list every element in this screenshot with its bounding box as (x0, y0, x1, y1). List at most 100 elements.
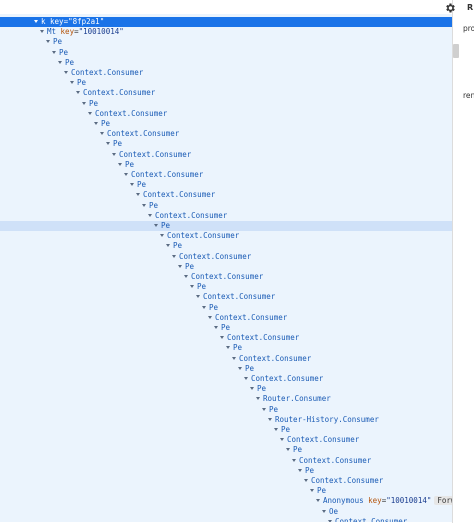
expand-arrow-icon[interactable] (214, 326, 218, 329)
tree-row[interactable]: Context.Consumer (0, 374, 452, 384)
expand-arrow-icon[interactable] (196, 295, 200, 299)
tree-row[interactable]: Pe (0, 425, 452, 435)
expand-arrow-icon[interactable] (118, 162, 122, 166)
side-panel-scrollbar[interactable] (453, 44, 459, 58)
tree-row[interactable]: Context.Consumer (0, 109, 452, 119)
expand-arrow-icon[interactable] (178, 264, 182, 268)
expand-arrow-icon[interactable] (250, 387, 254, 391)
tree-row[interactable]: Oe (0, 507, 452, 517)
tree-row[interactable]: Pe (0, 241, 452, 251)
tree-row[interactable]: Pe (0, 343, 452, 353)
expand-arrow-icon[interactable] (268, 417, 272, 421)
tree-row[interactable]: Router-History.Consumer (0, 415, 452, 425)
tree-row[interactable]: Context.Consumer (0, 354, 452, 364)
expand-arrow-icon[interactable] (292, 458, 296, 462)
tree-row[interactable]: Context.Consumer (0, 190, 452, 200)
tree-row[interactable]: Context.Consumer (0, 456, 452, 466)
expand-arrow-icon[interactable] (112, 152, 116, 156)
tree-row[interactable]: Pe (0, 486, 452, 496)
expand-arrow-icon[interactable] (76, 91, 80, 95)
tree-row[interactable]: Context.Consumer (0, 170, 452, 180)
expand-arrow-icon[interactable] (34, 20, 38, 23)
side-panel-tab[interactable]: R (467, 3, 473, 12)
expand-arrow-icon[interactable] (148, 213, 152, 217)
expand-arrow-icon[interactable] (130, 183, 134, 187)
expand-arrow-icon[interactable] (262, 407, 266, 411)
expand-arrow-icon[interactable] (232, 356, 236, 360)
expand-arrow-icon[interactable] (316, 499, 320, 503)
tree-row[interactable]: Router.Consumer (0, 394, 452, 404)
tree-row[interactable]: Context.Consumer (0, 435, 452, 445)
settings-gear-icon[interactable] (444, 2, 456, 14)
tree-row[interactable]: Pe (0, 323, 452, 333)
expand-arrow-icon[interactable] (304, 479, 308, 482)
expand-arrow-icon[interactable] (328, 519, 332, 522)
tree-row[interactable]: Context.Consumer (0, 150, 452, 160)
expand-arrow-icon[interactable] (220, 336, 224, 340)
expand-arrow-icon[interactable] (190, 285, 194, 289)
expand-arrow-icon[interactable] (244, 377, 248, 380)
tree-row[interactable]: Pe (0, 99, 452, 109)
expand-arrow-icon[interactable] (154, 224, 158, 227)
expand-arrow-icon[interactable] (100, 132, 104, 136)
tree-row[interactable]: Pe (0, 364, 452, 374)
tree-row[interactable]: Context.Consumer (0, 292, 452, 302)
tree-row[interactable]: Pe (0, 37, 452, 47)
expand-arrow-icon[interactable] (64, 71, 68, 74)
tree-row[interactable]: Context.Consumer (0, 272, 452, 282)
expand-arrow-icon[interactable] (88, 111, 92, 115)
expand-arrow-icon[interactable] (226, 346, 230, 350)
tree-row[interactable]: Context.Consumer (0, 88, 452, 98)
tree-row[interactable]: Pe (0, 221, 452, 231)
expand-arrow-icon[interactable] (160, 234, 164, 238)
expand-arrow-icon[interactable] (280, 438, 284, 442)
tree-row-selected[interactable]: k key="8fp2a1" (0, 17, 452, 27)
tree-row[interactable]: Context.Consumer (0, 476, 452, 486)
tree-row[interactable]: Context.Consumer (0, 333, 452, 343)
expand-arrow-icon[interactable] (322, 509, 326, 513)
expand-arrow-icon[interactable] (106, 142, 110, 146)
expand-arrow-icon[interactable] (70, 81, 74, 85)
expand-arrow-icon[interactable] (142, 203, 146, 207)
expand-arrow-icon[interactable] (310, 489, 314, 493)
expand-arrow-icon[interactable] (238, 366, 242, 370)
tree-row[interactable]: Pe (0, 78, 452, 88)
tree-row[interactable]: Pe (0, 160, 452, 170)
tree-row[interactable]: Context.Consumer (0, 231, 452, 241)
tree-row[interactable]: Pe (0, 139, 452, 149)
tree-row[interactable]: Pe (0, 262, 452, 272)
expand-arrow-icon[interactable] (58, 60, 62, 64)
tree-row[interactable]: Pe (0, 180, 452, 190)
expand-arrow-icon[interactable] (46, 40, 50, 44)
expand-arrow-icon[interactable] (202, 305, 206, 309)
expand-arrow-icon[interactable] (274, 428, 278, 431)
expand-arrow-icon[interactable] (136, 193, 140, 197)
expand-arrow-icon[interactable] (172, 254, 176, 258)
tree-row[interactable]: Context.Consumer (0, 68, 452, 78)
tree-row[interactable]: Mt key="10010014" (0, 27, 452, 37)
tree-row[interactable]: Pe (0, 48, 452, 58)
tree-row[interactable]: Pe (0, 201, 452, 211)
tree-row[interactable]: Pe (0, 58, 452, 68)
expand-arrow-icon[interactable] (124, 173, 128, 176)
tree-row[interactable]: Context.Consumer (0, 211, 452, 221)
tree-row[interactable]: Pe (0, 119, 452, 129)
expand-arrow-icon[interactable] (286, 448, 290, 452)
expand-arrow-icon[interactable] (256, 397, 260, 401)
tree-row[interactable]: Context.Consumer (0, 252, 452, 262)
expand-arrow-icon[interactable] (52, 50, 56, 54)
expand-arrow-icon[interactable] (298, 468, 302, 472)
expand-arrow-icon[interactable] (94, 122, 98, 125)
expand-arrow-icon[interactable] (208, 315, 212, 319)
expand-arrow-icon[interactable] (166, 244, 170, 248)
expand-arrow-icon[interactable] (82, 101, 86, 105)
tree-row[interactable]: Pe (0, 384, 452, 394)
tree-row[interactable]: Pe (0, 282, 452, 292)
tree-row[interactable]: Pe (0, 466, 452, 476)
expand-arrow-icon[interactable] (40, 30, 44, 34)
tree-row[interactable]: Pe (0, 303, 452, 313)
tree-row[interactable]: Anonymous key="10010014"ForwardRef (0, 496, 452, 506)
tree-row[interactable]: Context.Consumer (0, 129, 452, 139)
tree-row[interactable]: Pe (0, 405, 452, 415)
tree-row[interactable]: Pe (0, 445, 452, 455)
